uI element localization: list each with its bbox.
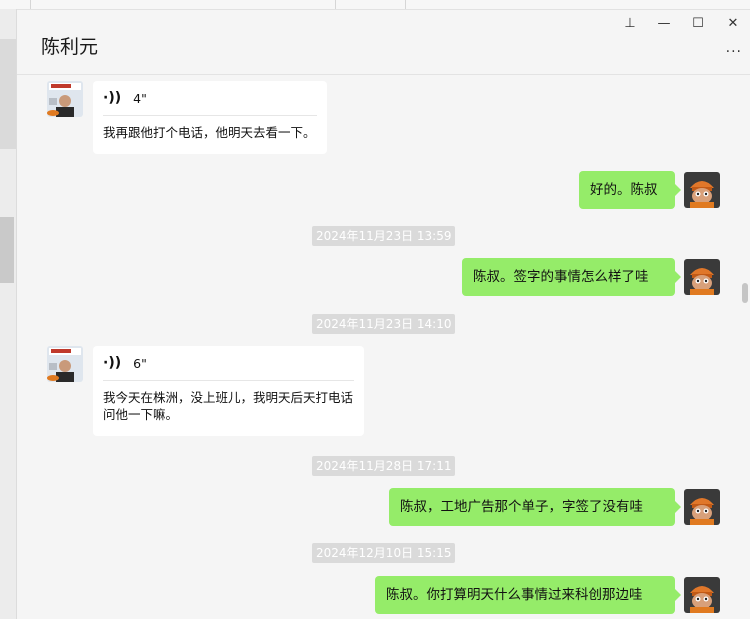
contact-avatar[interactable] bbox=[47, 346, 83, 382]
outgoing-message[interactable]: 陈叔，工地广告那个单子，字签了没有哇 bbox=[389, 488, 681, 526]
my-avatar-image bbox=[684, 577, 720, 613]
top-strip-segment bbox=[335, 0, 406, 9]
conversation-list-edge bbox=[0, 9, 17, 619]
timestamp: 2024年12月10日 15:15 bbox=[312, 543, 456, 563]
top-strip-segment bbox=[0, 0, 31, 9]
voice-transcript: 我今天在株洲，没上班儿，我明天后天打电话问他一下嘛。 bbox=[103, 390, 354, 422]
chat-area[interactable]: ·)) 4" 我再跟他打个电话，他明天去看一下。 好的。陈叔 2024年11月2… bbox=[17, 75, 750, 619]
outgoing-message[interactable]: 好的。陈叔 bbox=[579, 171, 681, 209]
incoming-voice-message[interactable]: ·)) 6" 我今天在株洲，没上班儿，我明天后天打电话问他一下嘛。 bbox=[93, 346, 364, 436]
voice-duration: 6" bbox=[133, 355, 147, 371]
voice-duration: 4" bbox=[133, 90, 147, 106]
timestamp: 2024年11月23日 14:10 bbox=[312, 314, 456, 334]
my-avatar[interactable] bbox=[684, 172, 720, 208]
voice-wave-icon[interactable]: ·)) bbox=[103, 90, 121, 106]
minimize-button[interactable]: — bbox=[655, 16, 673, 31]
contact-avatar-image bbox=[47, 81, 83, 117]
timestamp: 2024年11月28日 17:11 bbox=[312, 456, 456, 476]
voice-transcript: 我再跟他打个电话，他明天去看一下。 bbox=[103, 125, 316, 140]
chat-header: 陈利元 ⊥ — ☐ ✕ ··· bbox=[17, 10, 750, 75]
my-avatar-image bbox=[684, 259, 720, 295]
close-button[interactable]: ✕ bbox=[724, 16, 742, 31]
selected-conversation-edge[interactable] bbox=[0, 39, 16, 149]
contact-avatar-image bbox=[47, 346, 83, 382]
my-avatar[interactable] bbox=[684, 577, 720, 613]
my-avatar-image bbox=[684, 489, 720, 525]
contact-avatar[interactable] bbox=[47, 81, 83, 117]
top-strip-segment bbox=[30, 0, 336, 9]
chat-title: 陈利元 bbox=[41, 36, 99, 58]
voice-playback[interactable]: ·)) 6" bbox=[103, 346, 354, 381]
more-options-button[interactable]: ··· bbox=[726, 44, 742, 60]
voice-wave-icon[interactable]: ·)) bbox=[103, 355, 121, 371]
incoming-voice-message[interactable]: ·)) 4" 我再跟他打个电话，他明天去看一下。 bbox=[93, 81, 327, 154]
top-strip bbox=[0, 0, 750, 10]
outgoing-message[interactable]: 陈叔。你打算明天什么事情过来科创那边哇 bbox=[375, 576, 681, 614]
conversation-list-scrollbar[interactable] bbox=[0, 217, 14, 283]
my-avatar-image bbox=[684, 172, 720, 208]
chat-scrollbar[interactable] bbox=[742, 283, 748, 303]
pin-icon[interactable]: ⊥ bbox=[621, 16, 639, 31]
timestamp: 2024年11月23日 13:59 bbox=[312, 226, 456, 246]
outgoing-message[interactable]: 陈叔。签字的事情怎么样了哇 bbox=[462, 258, 681, 296]
my-avatar[interactable] bbox=[684, 489, 720, 525]
voice-playback[interactable]: ·)) 4" bbox=[103, 81, 317, 116]
maximize-button[interactable]: ☐ bbox=[689, 16, 707, 31]
my-avatar[interactable] bbox=[684, 259, 720, 295]
